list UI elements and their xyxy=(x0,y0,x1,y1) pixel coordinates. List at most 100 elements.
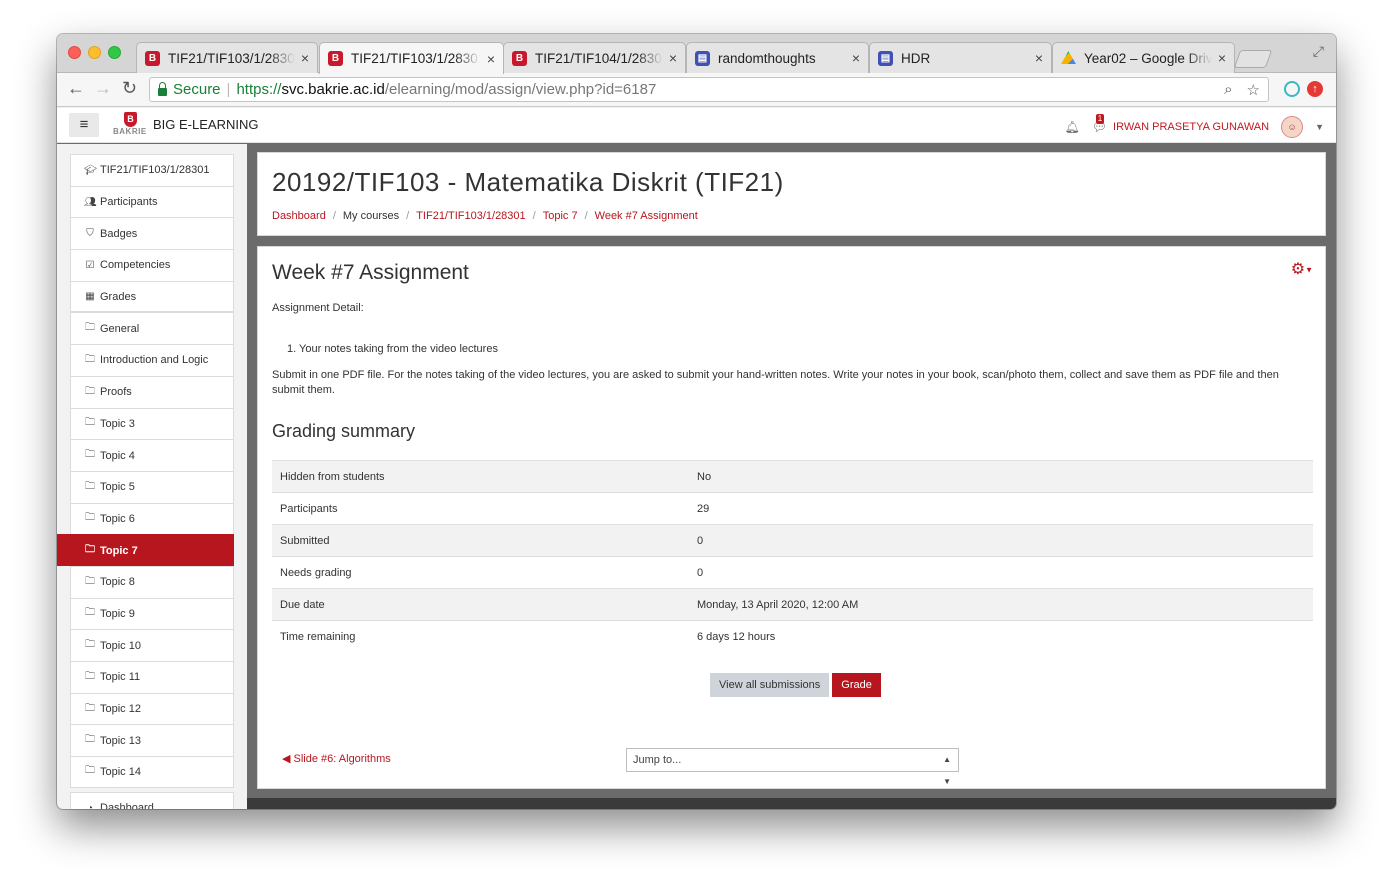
sidebar-item-topic-9[interactable]: 🗀︎ Topic 9 xyxy=(70,597,234,630)
sidebar-item-badges[interactable]: ⛉ Badges xyxy=(70,217,234,250)
new-tab-button[interactable] xyxy=(1233,50,1273,68)
close-window-button[interactable] xyxy=(68,46,81,59)
breadcrumb-separator: / xyxy=(406,210,410,222)
grading-key: Needs grading xyxy=(272,556,689,589)
zoom-window-button[interactable] xyxy=(108,46,121,59)
settings-gear-icon[interactable]: ⚙▼ xyxy=(1291,259,1313,279)
sidebar-list: 🎓︎ TIF21/TIF103/1/28301 👥︎ Participants ⛉ Bad… xyxy=(57,154,234,809)
user-menu-caret-icon[interactable]: ▼ xyxy=(1315,122,1324,132)
sidebar-item-topic-7[interactable]: 🗀︎ Topic 7 xyxy=(57,534,234,566)
tab-title: TIF21/TIF103/1/28301 xyxy=(168,50,295,66)
browser-tab-active[interactable]: B TIF21/TIF103/1/28301 × xyxy=(319,42,504,74)
blogger-icon: ▤ xyxy=(695,50,710,66)
sidebar-item-competencies[interactable]: ☑ Competencies xyxy=(70,249,234,281)
sidebar-item-label: Topic 14 xyxy=(100,765,141,778)
sidebar-item-introduction-and-logic[interactable]: 🗀︎ Introduction and Logic xyxy=(70,344,234,376)
grading-key: Hidden from students xyxy=(272,460,689,493)
sidebar-item-label: General xyxy=(100,322,140,335)
grading-value: 0 xyxy=(689,524,1313,557)
sidebar-item-label: Topic 10 xyxy=(100,639,141,652)
back-arrow-icon[interactable]: ← xyxy=(67,78,85,99)
sidebar-item-label: Topic 5 xyxy=(100,481,135,494)
notification-bell-icon[interactable]: 🔔︎ xyxy=(1065,120,1080,134)
folder-icon: 🗀︎ xyxy=(85,322,95,334)
grading-key: Participants xyxy=(272,492,689,525)
site-name[interactable]: BIG E-LEARNING xyxy=(153,117,258,132)
close-tab-icon[interactable]: × xyxy=(1035,50,1043,66)
browser-tab[interactable]: Year02 – Google Drive × xyxy=(1052,42,1235,73)
folder-icon: 🗀︎ xyxy=(85,544,95,556)
submission-instructions: Submit in one PDF file. For the notes ta… xyxy=(272,369,1279,396)
breadcrumb-topic[interactable]: Topic 7 xyxy=(543,210,578,222)
breadcrumb-assignment[interactable]: Week #7 Assignment xyxy=(595,210,698,222)
upload-extension-icon[interactable]: ↑ xyxy=(1307,81,1323,97)
bookmark-star-icon[interactable]: ☆ xyxy=(1247,81,1260,99)
sidebar-item-topic-14[interactable]: 🗀︎ Topic 14 xyxy=(70,756,234,788)
omnibox-actions: ⌕ ☆ xyxy=(1224,81,1260,99)
table-row: Participants 29 xyxy=(272,492,1313,525)
close-tab-icon[interactable]: × xyxy=(852,50,860,66)
tab-title: TIF21/TIF104/1/28301 xyxy=(535,50,663,66)
sidebar-item-participants[interactable]: 👥︎ Participants xyxy=(70,185,234,218)
browser-tab[interactable]: ▤ HDR × xyxy=(869,42,1052,73)
sidebar-item-topic-3[interactable]: 🗀︎ Topic 3 xyxy=(70,407,234,440)
jump-to-select[interactable]: Jump to... ▲ ▼ xyxy=(626,748,959,786)
sidebar-item-tif21-tif103-1-28301[interactable]: 🎓︎ TIF21/TIF103/1/28301 xyxy=(70,154,234,186)
forward-arrow-icon[interactable]: → xyxy=(94,78,112,99)
folder-icon: 🗀︎ xyxy=(85,639,95,651)
sidebar-item-proofs[interactable]: 🗀︎ Proofs xyxy=(70,375,234,408)
folder-icon: 🗀︎ xyxy=(85,449,95,461)
folder-icon: 🗀︎ xyxy=(85,417,95,429)
sidebar-item-topic-8[interactable]: 🗀︎ Topic 8 xyxy=(70,565,234,598)
sidebar-item-topic-13[interactable]: 🗀︎ Topic 13 xyxy=(70,724,234,757)
browser-tab[interactable]: B TIF21/TIF103/1/28301 × xyxy=(136,42,318,73)
previous-activity-label: Slide #6: Algorithms xyxy=(293,753,391,765)
grading-value: 29 xyxy=(689,492,1313,525)
assignment-list-item: 1. Your notes taking from the video lect… xyxy=(287,343,498,355)
close-tab-icon[interactable]: × xyxy=(669,50,677,66)
reload-icon[interactable]: ↻ xyxy=(122,78,137,99)
folder-icon: 🗀︎ xyxy=(85,702,95,714)
address-bar[interactable]: Secure | https://svc.bakrie.ac.id/elearn… xyxy=(149,77,1269,102)
sidebar-item-label: Grades xyxy=(100,290,137,303)
sidebar-item-topic-4[interactable]: 🗀︎ Topic 4 xyxy=(70,439,234,471)
previous-activity-link[interactable]: ◀ Slide #6: Algorithms xyxy=(282,752,391,765)
site-logo[interactable]: B BAKRIE xyxy=(113,112,149,138)
check-square-icon: ☑ xyxy=(85,259,95,271)
sidebar-item-topic-6[interactable]: 🗀︎ Topic 6 xyxy=(70,502,234,535)
messages-icon[interactable]: 💬︎ 1 xyxy=(1092,114,1107,134)
sidebar-item-label: Introduction and Logic xyxy=(100,354,209,367)
extension-icon[interactable] xyxy=(1284,81,1300,97)
breadcrumb: Dashboard / My courses / TIF21/TIF103/1/… xyxy=(272,210,698,222)
close-tab-icon[interactable]: × xyxy=(487,51,495,67)
user-name[interactable]: IRWAN PRASETYA GUNAWAN xyxy=(1113,121,1269,133)
sidebar-item-topic-11[interactable]: 🗀︎ Topic 11 xyxy=(70,661,234,693)
sidebar-item-general[interactable]: 🗀︎ General xyxy=(70,312,234,345)
page-footer xyxy=(247,798,1336,809)
sidebar-item-label: Topic 3 xyxy=(100,417,135,430)
minimize-window-button[interactable] xyxy=(88,46,101,59)
zoom-search-icon[interactable]: ⌕ xyxy=(1224,81,1232,99)
sidebar-item-grades[interactable]: ▦ Grades xyxy=(70,280,234,313)
sidebar-item-label: Badges xyxy=(100,227,138,240)
view-all-submissions-button[interactable]: View all submissions xyxy=(710,673,830,697)
grading-actions: View all submissions Grade xyxy=(710,673,881,697)
browser-tab[interactable]: ▤ randomthoughts × xyxy=(686,42,869,73)
sidebar-item-topic-5[interactable]: 🗀︎ Topic 5 xyxy=(70,470,234,503)
breadcrumb-dashboard[interactable]: Dashboard xyxy=(272,210,326,222)
breadcrumb-course[interactable]: TIF21/TIF103/1/28301 xyxy=(416,210,525,222)
browser-tab[interactable]: B TIF21/TIF104/1/28301 × xyxy=(503,42,686,73)
users-icon: 👥︎ xyxy=(84,196,97,208)
avatar[interactable]: ☺ xyxy=(1281,116,1304,138)
sidebar-item-topic-12[interactable]: 🗀︎ Topic 12 xyxy=(70,692,234,725)
close-tab-icon[interactable]: × xyxy=(1218,50,1226,66)
hamburger-menu-icon[interactable]: ≡ xyxy=(69,113,99,137)
lock-icon xyxy=(158,81,167,96)
grade-button[interactable]: Grade xyxy=(832,673,881,697)
fullscreen-icon[interactable]: ⤢ xyxy=(1313,43,1324,60)
table-row: Submitted 0 xyxy=(272,524,1313,557)
sidebar-item-label: Topic 4 xyxy=(100,449,135,462)
sidebar-item-dashboard[interactable]: ◔ Dashboard xyxy=(70,791,234,809)
close-tab-icon[interactable]: × xyxy=(301,50,309,66)
sidebar-item-topic-10[interactable]: 🗀︎ Topic 10 xyxy=(70,629,234,661)
